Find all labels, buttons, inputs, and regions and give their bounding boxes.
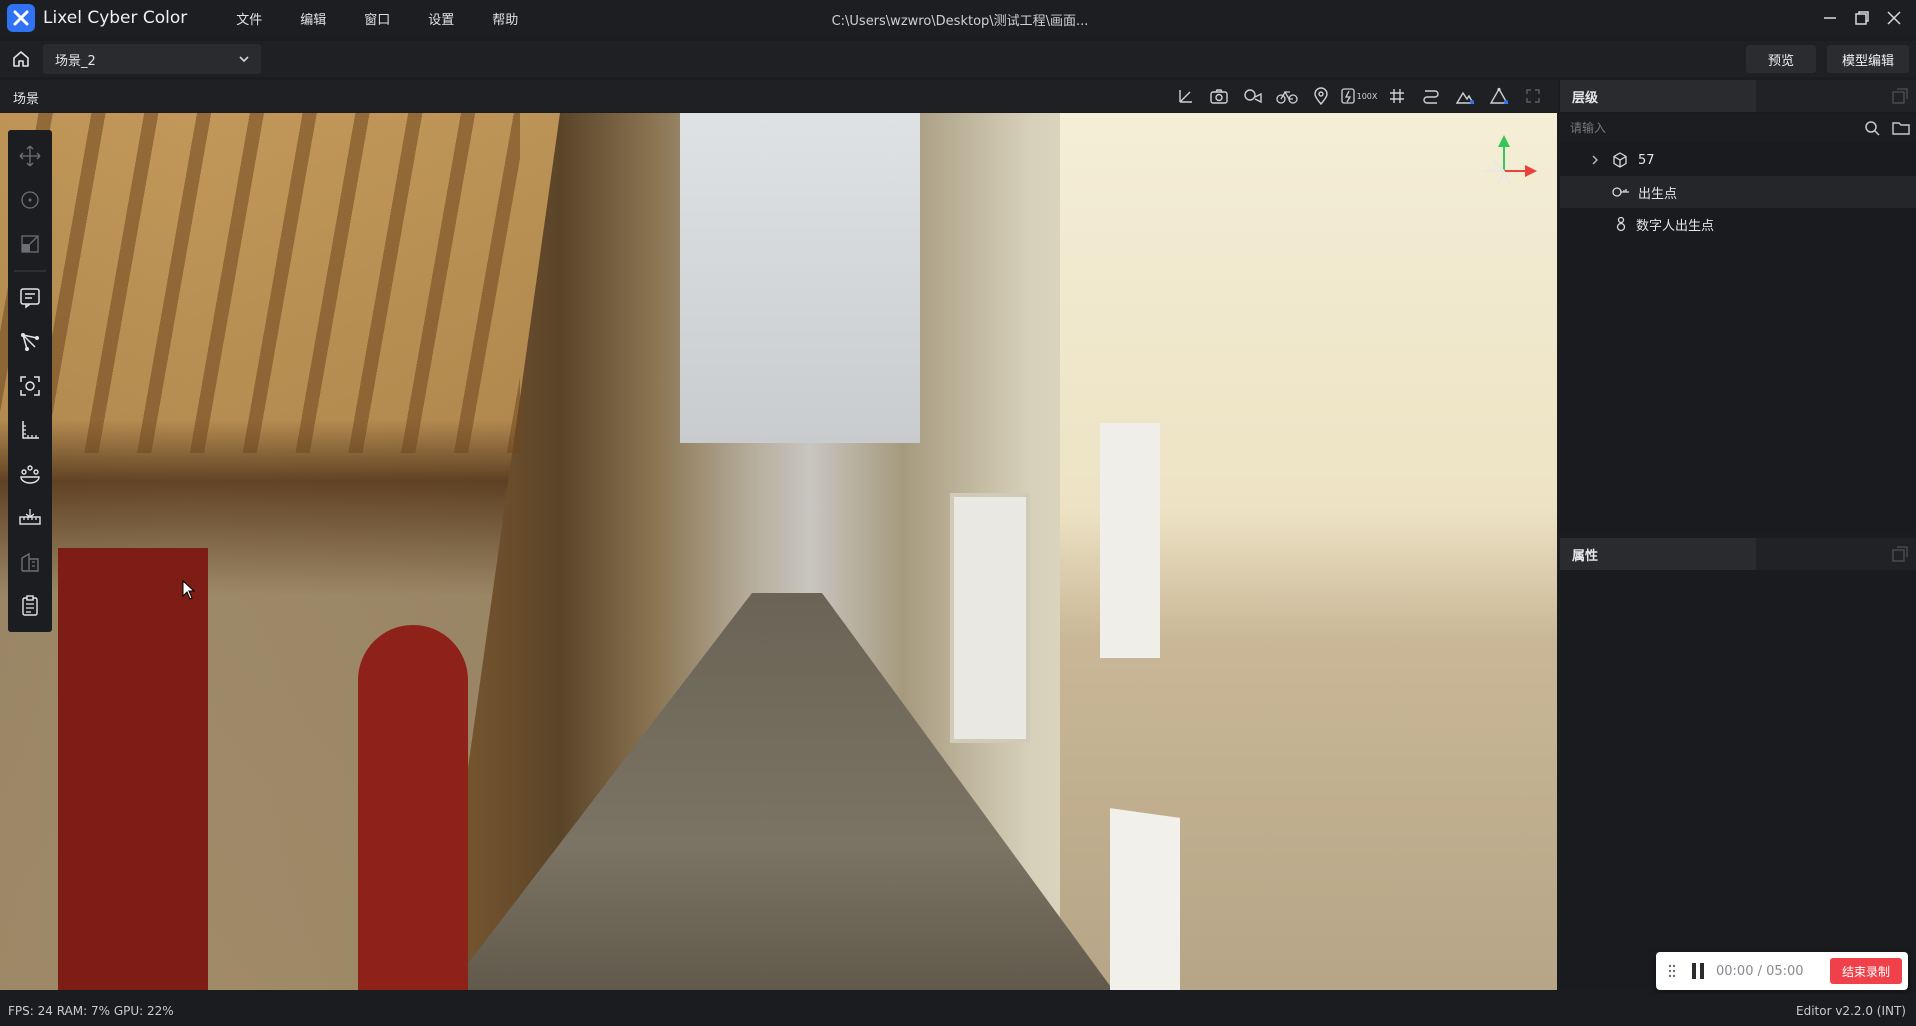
tree-item-spawn-point[interactable]: 出生点 (1560, 176, 1916, 208)
panel-undock-icon[interactable] (1892, 88, 1908, 104)
tree-item-label: 出生点 (1638, 186, 1678, 202)
mouse-cursor-icon (182, 580, 196, 600)
annotation-icon[interactable] (8, 276, 52, 320)
viewport-red-shutter (58, 548, 208, 990)
speed-label: 100X (1356, 91, 1378, 101)
viewport-red-door (358, 625, 468, 990)
camera-icon[interactable] (1202, 84, 1236, 108)
orientation-gizmo[interactable] (1469, 133, 1539, 203)
app-name: Lixel Cyber Color (43, 8, 188, 28)
menu-window[interactable]: 窗口 (345, 9, 409, 28)
rotate-icon[interactable] (8, 178, 52, 222)
tab-properties[interactable]: 属性 (1560, 538, 1756, 570)
recording-time: 00:00 / 05:00 (1716, 963, 1804, 979)
panel-undock-icon[interactable] (1892, 546, 1908, 562)
ruler-icon[interactable] (8, 496, 52, 540)
grid-icon[interactable] (1380, 84, 1414, 108)
focus-icon[interactable] (8, 364, 52, 408)
tab-hierarchy[interactable]: 层级 (1560, 80, 1756, 112)
menu-edit[interactable]: 编辑 (281, 9, 345, 28)
view-toolbar: 100X (1168, 84, 1550, 108)
video-camera-icon[interactable] (1236, 84, 1270, 108)
hierarchy-search-input[interactable] (1570, 116, 1870, 140)
viewport-white-shutter-lower (1110, 808, 1180, 990)
close-button[interactable] (1874, 0, 1914, 36)
terrain-icon[interactable] (1448, 84, 1482, 108)
person-icon (1616, 216, 1626, 232)
menu-file[interactable]: 文件 (217, 9, 281, 28)
measure-angle-icon[interactable] (8, 408, 52, 452)
folder-icon[interactable] (1892, 120, 1910, 136)
chevron-right-icon[interactable] (1590, 155, 1600, 165)
menu-bar: 文件 编辑 窗口 设置 帮助 (217, 9, 537, 28)
status-bar: FPS: 24 RAM: 7% GPU: 22% Editor v2.2.0 (… (0, 994, 1916, 1026)
drag-handle-icon[interactable] (1668, 964, 1676, 978)
tree-item-label: 57 (1638, 152, 1655, 168)
route-icon[interactable] (1414, 84, 1448, 108)
viewport-timber-frame (0, 113, 520, 453)
viewport-sky (680, 113, 920, 443)
crowd-icon[interactable] (8, 452, 52, 496)
scene-dropdown[interactable]: 场景_2 (43, 44, 261, 74)
scene-viewport[interactable] (0, 113, 1557, 990)
menu-settings[interactable]: 设置 (409, 9, 473, 28)
fullscreen-icon[interactable] (1516, 84, 1550, 108)
building-icon[interactable] (8, 540, 52, 584)
performance-stats: FPS: 24 RAM: 7% GPU: 22% (8, 1004, 174, 1018)
hierarchy-search-row (1560, 114, 1916, 142)
scene-panel-title: 场景 (13, 92, 40, 107)
tree-item-label: 数字人出生点 (1636, 218, 1715, 234)
bike-icon[interactable] (1270, 84, 1304, 108)
title-bar: Lixel Cyber Color 文件 编辑 窗口 设置 帮助 C:\User… (0, 0, 1916, 36)
spawn-icon (1612, 187, 1629, 197)
tool-divider (14, 270, 46, 272)
move-icon[interactable] (8, 134, 52, 178)
model-edit-button[interactable]: 模型编辑 (1827, 45, 1909, 73)
editor-version: Editor v2.2.0 (INT) (1796, 1004, 1906, 1018)
pause-icon[interactable] (1690, 962, 1706, 980)
viewport-white-shutter (1100, 423, 1160, 658)
logo-icon (7, 4, 35, 32)
app-logo: Lixel Cyber Color (7, 4, 187, 32)
polyline-icon[interactable] (8, 320, 52, 364)
file-path: C:\Users\wzwro\Desktop\测试工程\画面... (831, 14, 1089, 29)
scene-dropdown-value: 场景_2 (55, 53, 96, 69)
tree-item-57[interactable]: 57 (1560, 144, 1916, 176)
menu-help[interactable]: 帮助 (473, 9, 537, 28)
stop-recording-button[interactable]: 结束录制 (1830, 958, 1902, 984)
clipboard-icon[interactable] (8, 584, 52, 628)
home-icon (13, 51, 29, 67)
scene-tool-palette (8, 130, 52, 632)
hierarchy-panel: 层级 57 出生点 数字人出生点 (1560, 80, 1916, 534)
scale-icon[interactable] (8, 222, 52, 266)
search-icon[interactable] (1864, 120, 1880, 136)
cube-icon (1613, 152, 1627, 168)
chevron-down-icon (239, 56, 249, 63)
speed-100x-icon[interactable]: 100X (1338, 84, 1380, 108)
location-pin-icon[interactable] (1304, 84, 1338, 108)
preview-button[interactable]: 预览 (1746, 45, 1816, 73)
home-button[interactable] (8, 46, 34, 72)
project-toolbar: 场景_2 预览 模型编辑 (0, 41, 1916, 77)
triangle-icon[interactable] (1482, 84, 1516, 108)
viewport-window (950, 493, 1030, 743)
scene-panel-header: 场景 100X (0, 80, 1558, 112)
recording-controls: 00:00 / 05:00 结束录制 (1656, 952, 1908, 990)
axis-icon[interactable] (1168, 84, 1202, 108)
properties-panel: 属性 (1560, 538, 1916, 990)
tree-item-digital-human-spawn[interactable]: 数字人出生点 (1560, 208, 1916, 240)
